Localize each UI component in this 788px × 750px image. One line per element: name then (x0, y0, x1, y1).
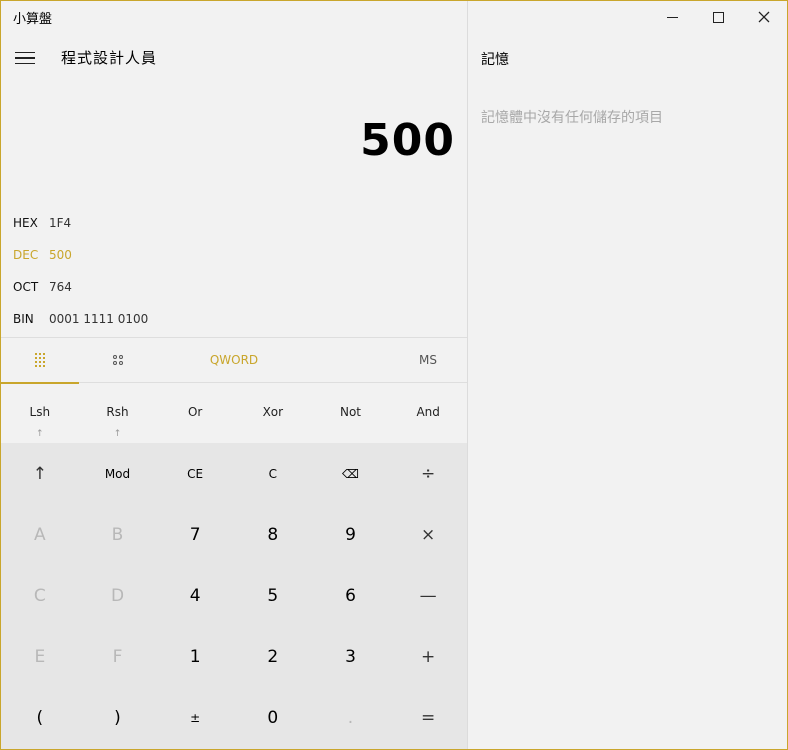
digit-3-button[interactable]: 3 (312, 627, 390, 688)
maximize-icon (712, 11, 724, 23)
or-button[interactable]: Or (156, 383, 234, 443)
memory-panel: 記憶 記憶體中沒有任何儲存的項目 (468, 33, 787, 749)
digit-5-button[interactable]: 5 (234, 565, 312, 626)
memory-title: 記憶 (481, 52, 509, 68)
radix-value: 764 (49, 280, 72, 294)
multiply-button[interactable]: × (389, 504, 467, 565)
hex-e-button[interactable]: E (1, 627, 79, 688)
op-label: Or (187, 405, 203, 419)
keypad-tab-bar: QWORD MS (1, 337, 467, 384)
calculator-panel: 程式設計人員 500 HEX 1F4 DEC 500 OCT 764 BIN 0… (1, 33, 467, 749)
radix-value: 0001 1111 0100 (49, 312, 149, 326)
radix-oct[interactable]: OCT 764 (13, 277, 72, 297)
memory-store-button[interactable]: MS (389, 338, 467, 382)
bitwise-ops-row: Lsh ↑ Rsh ↑ Or Xor Not And (1, 383, 467, 443)
backspace-button[interactable]: ⌫ (312, 443, 390, 504)
radix-label: HEX (13, 216, 38, 230)
radix-dec[interactable]: DEC 500 (13, 245, 72, 265)
close-button[interactable] (741, 1, 787, 33)
equals-button[interactable]: = (389, 688, 467, 749)
xor-button[interactable]: Xor (234, 383, 312, 443)
radix-value: 500 (49, 248, 72, 262)
digit-8-button[interactable]: 8 (234, 504, 312, 565)
not-button[interactable]: Not (312, 383, 390, 443)
hamburger-icon-line (15, 62, 35, 65)
keypad: ↑ Mod CE C ⌫ ÷ A B 7 8 9 × C D 4 5 6 — E… (1, 443, 467, 749)
mod-button[interactable]: Mod (79, 443, 157, 504)
memory-empty-message: 記憶體中沒有任何儲存的項目 (481, 110, 663, 126)
digit-4-button[interactable]: 4 (156, 565, 234, 626)
radix-label: DEC (13, 248, 39, 262)
digit-2-button[interactable]: 2 (234, 627, 312, 688)
digit-1-button[interactable]: 1 (156, 627, 234, 688)
lsh-button[interactable]: Lsh ↑ (1, 383, 79, 443)
and-button[interactable]: And (389, 383, 467, 443)
radix-label: BIN (13, 312, 34, 326)
digit-0-button[interactable]: 0 (234, 688, 312, 749)
divide-button[interactable]: ÷ (389, 443, 467, 504)
digit-6-button[interactable]: 6 (312, 565, 390, 626)
hex-b-button[interactable]: B (79, 504, 157, 565)
bit-toggling-keypad-icon (113, 355, 123, 365)
tab-bit-toggling[interactable] (79, 338, 157, 382)
hex-f-button[interactable]: F (79, 627, 157, 688)
decimal-button[interactable]: . (312, 688, 390, 749)
rsh-button[interactable]: Rsh ↑ (79, 383, 157, 443)
result-display: 500 (360, 115, 455, 166)
op-sub-indicator: ↑ (36, 429, 44, 439)
tab-full-keypad[interactable] (1, 338, 79, 384)
digit-9-button[interactable]: 9 (312, 504, 390, 565)
op-sub-indicator: ↑ (113, 429, 122, 439)
minimize-button[interactable] (649, 1, 695, 33)
minus-button[interactable]: — (389, 565, 467, 626)
hamburger-icon-line (15, 57, 35, 59)
op-label: Not (339, 405, 361, 419)
hex-a-button[interactable]: A (1, 504, 79, 565)
close-icon (758, 11, 770, 23)
mode-title: 程式設計人員 (61, 49, 158, 67)
clear-button[interactable]: C (234, 443, 312, 504)
op-label: Xor (262, 405, 284, 419)
radix-hex[interactable]: HEX 1F4 (13, 213, 71, 233)
title-bar: 小算盤 (1, 1, 787, 33)
word-size-button[interactable]: QWORD (157, 338, 311, 382)
radix-bin[interactable]: BIN 0001 1111 0100 (13, 309, 148, 329)
calculator-window: 小算盤 程式設計人員 500 HEX 1F4 DEC 500 OCT 764 B… (0, 0, 788, 750)
radix-label: OCT (13, 280, 39, 294)
digit-7-button[interactable]: 7 (156, 504, 234, 565)
hamburger-menu-button[interactable] (7, 41, 43, 75)
minimize-icon (666, 16, 678, 18)
op-label: And (416, 405, 440, 419)
shift-up-button[interactable]: ↑ (1, 443, 79, 504)
radix-value: 1F4 (49, 216, 72, 230)
maximize-button[interactable] (695, 1, 741, 33)
app-title: 小算盤 (13, 12, 53, 27)
hex-c-button[interactable]: C (1, 565, 79, 626)
open-paren-button[interactable]: ( (1, 688, 79, 749)
negate-button[interactable]: ± (156, 688, 234, 749)
plus-button[interactable]: + (389, 627, 467, 688)
clear-entry-button[interactable]: CE (156, 443, 234, 504)
close-paren-button[interactable]: ) (79, 688, 157, 749)
op-label: Rsh (106, 405, 129, 419)
hex-d-button[interactable]: D (79, 565, 157, 626)
full-keypad-icon (35, 353, 45, 367)
hamburger-icon (15, 51, 35, 54)
op-label: Lsh (29, 405, 51, 419)
